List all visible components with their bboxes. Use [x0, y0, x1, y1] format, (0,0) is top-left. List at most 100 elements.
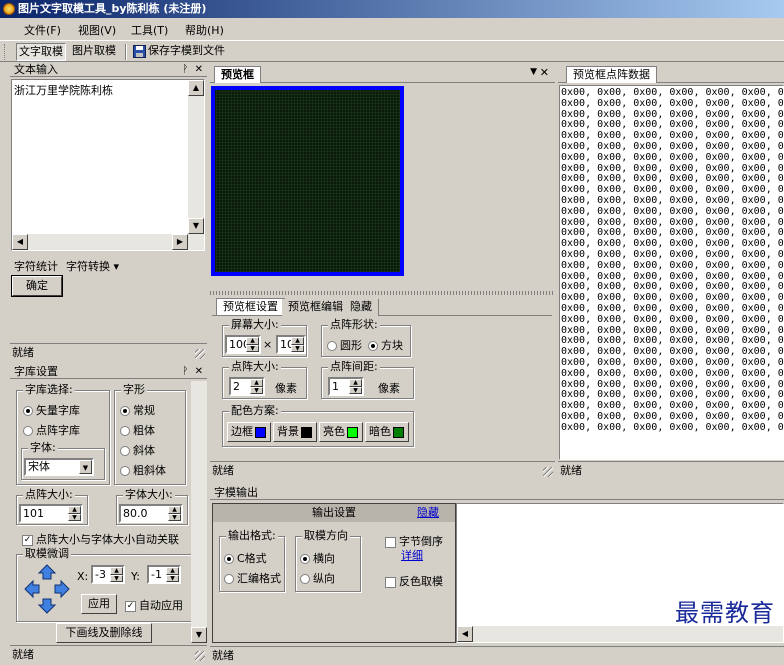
stepper-arrows[interactable]: ▲ ▼: [68, 506, 81, 521]
stepper-arrows[interactable]: ▲ ▼: [291, 337, 304, 352]
scroll-up-icon[interactable]: ▲: [188, 80, 204, 96]
stepper-arrows[interactable]: ▲ ▼: [246, 337, 259, 352]
resize-grip[interactable]: [543, 467, 553, 477]
text-mode-button[interactable]: 文字取模: [16, 43, 66, 61]
resize-grip[interactable]: [195, 349, 205, 359]
down-arrow-icon[interactable]: ▼: [291, 344, 304, 352]
close-icon[interactable]: ✕: [195, 64, 203, 75]
y-offset-stepper[interactable]: -1 ▲ ▼: [147, 565, 181, 584]
stepper-arrows[interactable]: ▲ ▼: [168, 506, 181, 521]
radio-horizontal[interactable]: 横向: [300, 550, 335, 566]
radio-italic[interactable]: 斜体: [120, 442, 155, 458]
auto-link-checkbox[interactable]: ✓ 点阵大小与字体大小自动关联: [22, 531, 179, 547]
dark-color-button[interactable]: 暗色: [365, 422, 409, 442]
preview-dot-size-stepper[interactable]: 2 ▲ ▼: [229, 377, 265, 396]
text-input-area[interactable]: 浙江万里学院陈利栋 ▲ ▼ ◀ ▶: [11, 79, 205, 251]
char-stat-menu[interactable]: 字符统计: [14, 258, 58, 274]
output-text-area[interactable]: ◀ 最需教育: [456, 503, 784, 643]
scroll-right-icon[interactable]: ▶: [172, 234, 188, 250]
down-arrow-icon[interactable]: ▼: [68, 513, 81, 521]
radio-c-format[interactable]: C格式: [224, 550, 267, 566]
pin-icon[interactable]: ᚹ: [182, 64, 188, 75]
stepper-arrows[interactable]: ▲ ▼: [349, 379, 362, 394]
down-arrow-icon[interactable]: ▼: [168, 513, 181, 521]
auto-apply-checkbox[interactable]: ✓ 自动应用: [125, 597, 183, 613]
up-arrow-icon[interactable]: ▲: [291, 337, 304, 345]
down-arrow-icon[interactable]: ▼: [246, 344, 259, 352]
arrow-right-icon[interactable]: [54, 579, 70, 599]
invert-checkbox[interactable]: 反色取模: [385, 573, 443, 589]
tab-hide[interactable]: 隐藏: [344, 299, 379, 316]
scroll-left-icon[interactable]: ◀: [457, 626, 473, 642]
up-arrow-icon[interactable]: ▲: [349, 379, 362, 387]
stepper-arrows[interactable]: ▲ ▼: [110, 567, 123, 582]
down-arrow-icon[interactable]: ▼: [166, 574, 179, 582]
tab-preview[interactable]: 预览框: [214, 66, 261, 83]
radio-square[interactable]: 方块: [368, 337, 403, 353]
arrow-left-icon[interactable]: [24, 579, 40, 599]
up-arrow-icon[interactable]: ▲: [250, 379, 263, 387]
down-arrow-icon[interactable]: ▼: [110, 574, 123, 582]
scroll-left-icon[interactable]: ◀: [12, 234, 28, 250]
resize-grip[interactable]: [195, 651, 205, 661]
image-mode-button[interactable]: 图片取模: [70, 43, 118, 61]
x-offset-stepper[interactable]: -3 ▲ ▼: [91, 565, 125, 584]
pin-icon[interactable]: ᚹ: [182, 366, 188, 377]
radio-regular[interactable]: 常规: [120, 402, 155, 418]
chevron-down-icon[interactable]: ▼: [530, 67, 537, 77]
chevron-down-icon[interactable]: ▼: [79, 460, 92, 474]
scroll-down-icon[interactable]: ▼: [188, 218, 204, 234]
apply-button[interactable]: 应用: [81, 594, 117, 614]
radio-vertical[interactable]: 纵向: [300, 570, 335, 586]
underline-button[interactable]: 下画线及删除线: [56, 623, 152, 643]
dot-data-text[interactable]: 0x00, 0x00, 0x00, 0x00, 0x00, 0x00, 0x00…: [559, 85, 784, 460]
close-icon[interactable]: ✕: [540, 66, 549, 79]
toolbar-grip[interactable]: [4, 44, 7, 60]
up-arrow-icon[interactable]: ▲: [166, 567, 179, 575]
menu-tools[interactable]: 工具(T): [131, 22, 168, 38]
hide-link[interactable]: 隐藏: [417, 504, 439, 522]
tab-preview-settings[interactable]: 预览框设置: [216, 298, 285, 315]
stepper-arrows[interactable]: ▲ ▼: [250, 379, 263, 394]
up-arrow-icon[interactable]: ▲: [68, 506, 81, 514]
radio-vector-font[interactable]: 矢量字库: [23, 402, 80, 418]
arrow-down-icon[interactable]: [37, 598, 57, 614]
down-arrow-icon[interactable]: ▼: [349, 386, 362, 394]
char-convert-menu[interactable]: 字符转换 ▾: [66, 258, 119, 274]
font-select[interactable]: 宋体 ▼: [24, 458, 94, 476]
font-settings-vscroll[interactable]: ▼: [191, 381, 207, 643]
close-icon[interactable]: ✕: [195, 366, 203, 377]
up-arrow-icon[interactable]: ▲: [168, 506, 181, 514]
save-font-button[interactable]: 保存字模到文件: [132, 43, 227, 61]
detail-link[interactable]: 详细: [401, 547, 423, 563]
radio-bold-italic[interactable]: 粗斜体: [120, 462, 166, 478]
preview-screen[interactable]: [211, 86, 404, 276]
up-arrow-icon[interactable]: ▲: [110, 567, 123, 575]
tab-preview-edit[interactable]: 预览框编辑: [282, 299, 350, 316]
up-arrow-icon[interactable]: ▲: [246, 337, 259, 345]
screen-height-stepper[interactable]: 100 ▲▼: [276, 335, 306, 354]
text-input-vscroll[interactable]: ▲ ▼: [188, 80, 204, 234]
radio-asm-format[interactable]: 汇编格式: [224, 570, 281, 586]
tab-dot-data[interactable]: 预览框点阵数据: [566, 66, 657, 83]
menu-file[interactable]: 文件(F): [24, 22, 61, 38]
stepper-arrows[interactable]: ▲ ▼: [166, 567, 179, 582]
output-hscroll[interactable]: ◀: [457, 626, 783, 642]
scroll-down-icon[interactable]: ▼: [191, 627, 207, 643]
bg-color-button[interactable]: 背景: [273, 422, 317, 442]
screen-width-stepper[interactable]: 100 ▲ ▼: [225, 335, 261, 354]
font-size-stepper[interactable]: 80.0 ▲ ▼: [119, 504, 183, 523]
menu-help[interactable]: 帮助(H): [185, 22, 224, 38]
ok-button[interactable]: 确定: [11, 275, 63, 297]
arrow-up-icon[interactable]: [37, 564, 57, 580]
radio-circle[interactable]: 圆形: [327, 337, 362, 353]
radio-bitmap-font[interactable]: 点阵字库: [23, 422, 80, 438]
arrow-pad[interactable]: [23, 563, 71, 615]
text-input-hscroll[interactable]: ◀ ▶: [12, 234, 204, 250]
menu-view[interactable]: 视图(V): [78, 22, 116, 38]
splitter[interactable]: [210, 291, 555, 295]
border-color-button[interactable]: 边框: [227, 422, 271, 442]
light-color-button[interactable]: 亮色: [319, 422, 363, 442]
radio-bold[interactable]: 粗体: [120, 422, 155, 438]
dot-size-stepper[interactable]: 101 ▲ ▼: [19, 504, 83, 523]
